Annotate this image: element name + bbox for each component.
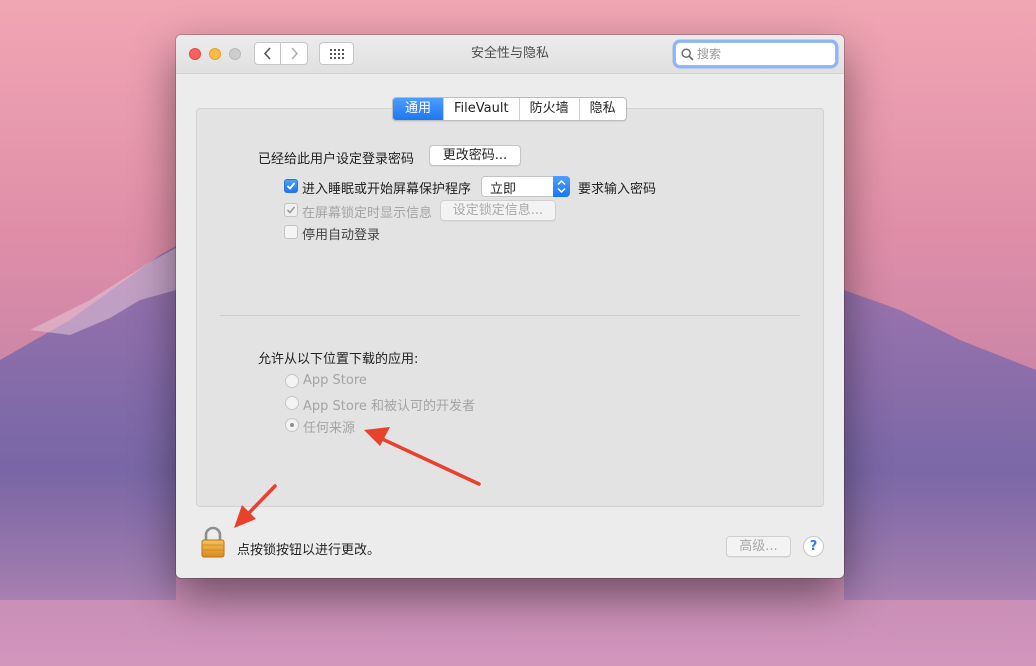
window-title: 安全性与隐私 xyxy=(470,46,549,61)
download-source-heading: 允许从以下位置下载的应用: xyxy=(258,352,419,367)
radio-app-store-label: App Store xyxy=(303,373,367,388)
advanced-button[interactable]: 高级... xyxy=(726,536,791,557)
help-button[interactable]: ? xyxy=(803,536,824,557)
checkmark-icon xyxy=(286,206,296,214)
radio-anywhere-label: 任何来源 xyxy=(303,421,356,436)
radio-anywhere[interactable] xyxy=(285,418,299,432)
require-password-label: 进入睡眠或开始屏幕保护程序 xyxy=(302,182,472,197)
navigation-buttons xyxy=(254,42,310,65)
show-message-checkbox[interactable] xyxy=(284,203,298,217)
password-set-label: 已经给此用户设定登录密码 xyxy=(258,152,415,167)
show-all-button[interactable] xyxy=(319,42,354,65)
tab-firewall[interactable]: 防火墙 xyxy=(518,98,579,120)
section-divider xyxy=(220,315,800,316)
password-delay-value: 立即 xyxy=(490,182,517,197)
password-delay-select[interactable]: 立即 xyxy=(481,176,570,197)
search-field[interactable] xyxy=(675,42,836,66)
preferences-window: 安全性与隐私 通用 FileVault 防火墙 隐私 已经给此用户设定登录密码 … xyxy=(176,35,844,578)
checkmark-icon xyxy=(286,182,296,190)
zoom-window-button[interactable] xyxy=(229,48,241,60)
search-icon xyxy=(681,48,694,61)
select-arrows-icon xyxy=(553,176,570,197)
forward-button[interactable] xyxy=(281,42,308,65)
tab-general[interactable]: 通用 xyxy=(393,98,444,120)
tab-privacy[interactable]: 隐私 xyxy=(578,98,626,120)
tab-content-panel xyxy=(196,108,824,507)
search-input[interactable] xyxy=(697,45,827,63)
radio-app-store[interactable] xyxy=(285,374,299,388)
require-password-suffix: 要求输入密码 xyxy=(578,182,657,197)
lock-icon[interactable] xyxy=(200,526,226,560)
set-lock-message-button[interactable]: 设定锁定信息... xyxy=(440,200,556,221)
show-message-label: 在屏幕锁定时显示信息 xyxy=(302,206,433,221)
chevron-right-icon xyxy=(290,47,298,60)
title-bar: 安全性与隐私 xyxy=(176,35,844,74)
close-window-button[interactable] xyxy=(189,48,201,60)
grid-icon xyxy=(329,48,344,59)
tab-filevault[interactable]: FileVault xyxy=(443,98,519,120)
disable-auto-login-label: 停用自动登录 xyxy=(302,228,381,243)
chevron-left-icon xyxy=(263,47,271,60)
minimize-window-button[interactable] xyxy=(209,48,221,60)
radio-app-store-identified-label: App Store 和被认可的开发者 xyxy=(303,399,476,414)
lock-instruction: 点按锁按钮以进行更改。 xyxy=(237,543,381,558)
tab-bar: 通用 FileVault 防火墙 隐私 xyxy=(392,97,627,121)
change-password-button[interactable]: 更改密码... xyxy=(429,145,521,166)
disable-auto-login-checkbox[interactable] xyxy=(284,225,298,239)
back-button[interactable] xyxy=(254,42,281,65)
require-password-checkbox[interactable] xyxy=(284,179,298,193)
radio-app-store-identified[interactable] xyxy=(285,396,299,410)
